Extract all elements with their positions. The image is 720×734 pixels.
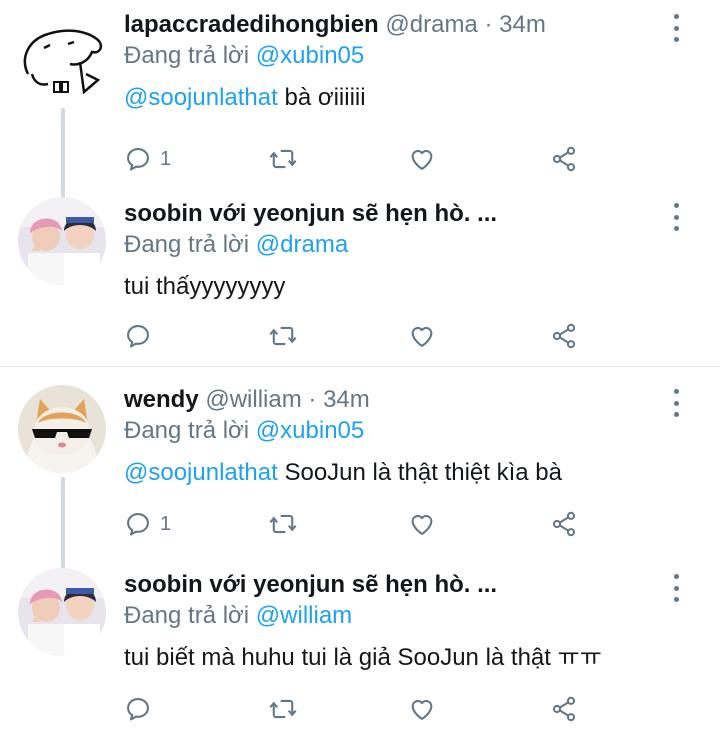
heart-icon [408, 695, 436, 723]
replying-to-label: Đang trả lời [124, 602, 250, 629]
retweet-button[interactable] [268, 509, 298, 539]
reply-count: 1 [160, 512, 172, 535]
tweet[interactable]: lapaccradedihongbien @drama · 34m Đang t… [0, 8, 720, 198]
retweet-icon [268, 510, 298, 538]
tweet-text: @soojunlathat bà ơiiiiii [124, 81, 366, 115]
tweet-header: soobin với yeonjun sẽ hẹn hò. ... [124, 197, 660, 231]
tweet-text: @soojunlathat SooJun là thật thiệt kìa b… [124, 456, 562, 490]
tweet-body: tui biết mà huhu tui là giả SooJun là th… [124, 644, 602, 671]
reply-button[interactable]: 1 [124, 509, 171, 539]
tweet[interactable]: soobin với yeonjun sẽ hẹn hò. ... Đang t… [0, 197, 720, 367]
thread-line [61, 477, 65, 569]
like-button[interactable] [408, 694, 436, 724]
display-name[interactable]: soobin với yeonjun sẽ hẹn hò. ... [124, 200, 497, 227]
reply-icon [124, 510, 152, 538]
avatar[interactable] [18, 197, 106, 285]
replying-to-link[interactable]: @xubin05 [256, 417, 364, 444]
mention-link[interactable]: @soojunlathat [124, 84, 278, 111]
action-bar: 1 [124, 509, 594, 539]
separator: · [484, 11, 493, 38]
timestamp[interactable]: 34m [499, 11, 546, 38]
replying-to: Đang trả lời @william [124, 599, 352, 633]
reply-icon [124, 145, 152, 173]
more-vertical-icon[interactable] [666, 574, 686, 602]
more-vertical-icon[interactable] [666, 14, 686, 42]
retweet-icon [268, 145, 298, 173]
share-button[interactable] [550, 144, 578, 174]
retweet-button[interactable] [268, 144, 298, 174]
tweet-text: tui biết mà huhu tui là giả SooJun là th… [124, 641, 602, 675]
tweet-header: wendy @william · 34m [124, 383, 660, 417]
tweet-text: tui thấyyyyyyyy [124, 270, 285, 304]
replying-to-link[interactable]: @drama [256, 231, 348, 258]
display-name[interactable]: soobin với yeonjun sẽ hẹn hò. ... [124, 571, 497, 598]
replying-to-label: Đang trả lời [124, 42, 250, 69]
tweet-header: lapaccradedihongbien @drama · 34m [124, 8, 660, 42]
timestamp[interactable]: 34m [323, 386, 370, 413]
replying-to-label: Đang trả lời [124, 417, 250, 444]
share-icon [550, 322, 578, 350]
share-button[interactable] [550, 694, 578, 724]
replying-to: Đang trả lời @xubin05 [124, 39, 364, 73]
more-vertical-icon[interactable] [666, 203, 686, 231]
tweet[interactable]: soobin với yeonjun sẽ hẹn hò. ... Đang t… [0, 568, 720, 734]
share-icon [550, 695, 578, 723]
more-vertical-icon[interactable] [666, 389, 686, 417]
action-bar [124, 694, 594, 724]
action-bar [124, 321, 594, 351]
display-name[interactable]: lapaccradedihongbien [124, 11, 379, 38]
reply-button[interactable]: 1 [124, 144, 171, 174]
heart-icon [408, 145, 436, 173]
tweet-body: SooJun là thật thiệt kìa bà [277, 459, 562, 486]
retweet-icon [268, 695, 298, 723]
reply-icon [124, 322, 152, 350]
heart-icon [408, 510, 436, 538]
tweet-body: bà ơiiiiii [277, 84, 366, 111]
like-button[interactable] [408, 509, 436, 539]
mention-link[interactable]: @soojunlathat [124, 459, 278, 486]
action-bar: 1 [124, 144, 594, 174]
tweet-body: tui thấyyyyyyyy [124, 273, 286, 300]
share-icon [550, 510, 578, 538]
share-button[interactable] [550, 321, 578, 351]
reply-button[interactable] [124, 321, 160, 351]
share-icon [550, 145, 578, 173]
replying-to-link[interactable]: @xubin05 [256, 42, 364, 69]
tweet[interactable]: wendy @william · 34m Đang trả lời @xubin… [0, 383, 720, 569]
avatar[interactable] [18, 568, 106, 656]
replying-to-link[interactable]: @william [256, 602, 352, 629]
heart-icon [408, 322, 436, 350]
avatar[interactable] [18, 18, 110, 102]
divider [0, 366, 720, 367]
replying-to: Đang trả lời @xubin05 [124, 414, 364, 448]
display-name[interactable]: wendy [124, 386, 199, 413]
reply-icon [124, 695, 152, 723]
replying-to-label: Đang trả lời [124, 231, 250, 258]
replying-to: Đang trả lời @drama [124, 228, 348, 262]
reply-count: 1 [160, 147, 172, 170]
retweet-icon [268, 322, 298, 350]
like-button[interactable] [408, 144, 436, 174]
username[interactable]: @drama [385, 11, 477, 38]
like-button[interactable] [408, 321, 436, 351]
reply-button[interactable] [124, 694, 160, 724]
tweet-header: soobin với yeonjun sẽ hẹn hò. ... [124, 568, 660, 602]
share-button[interactable] [550, 509, 578, 539]
separator: · [308, 386, 317, 413]
avatar[interactable] [18, 385, 106, 473]
thread-line [61, 108, 65, 198]
username[interactable]: @william [205, 386, 301, 413]
retweet-button[interactable] [268, 694, 298, 724]
retweet-button[interactable] [268, 321, 298, 351]
